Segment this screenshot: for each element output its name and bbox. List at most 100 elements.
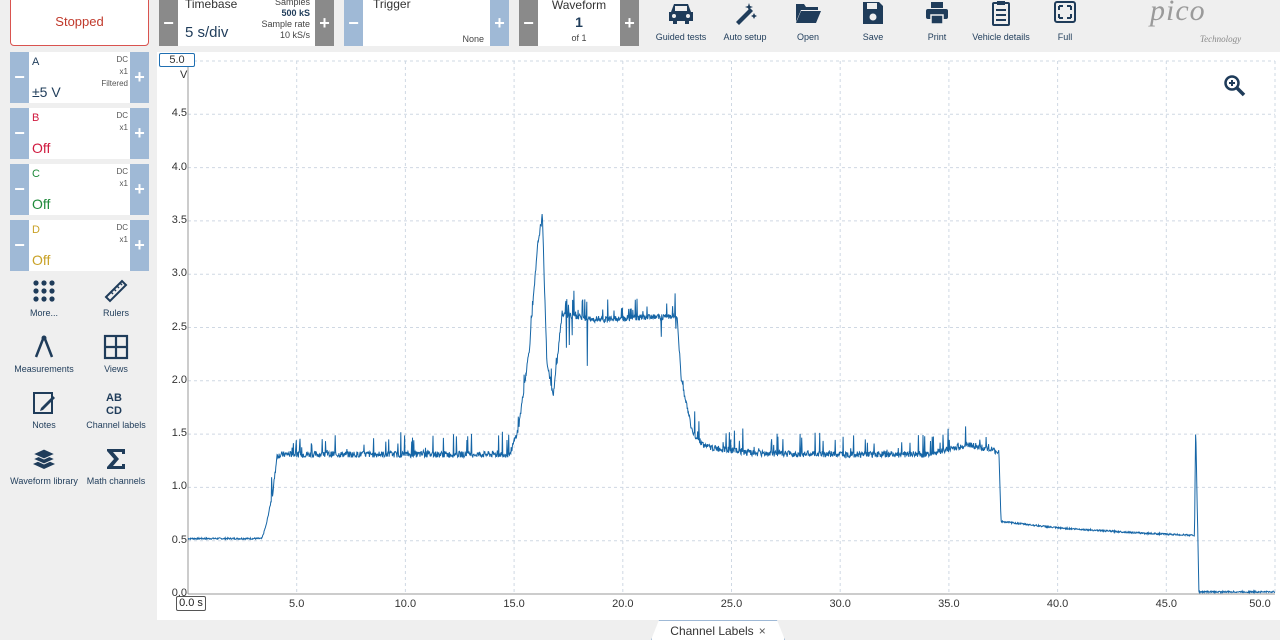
y-tick-label: 2.5 bbox=[171, 320, 187, 333]
trigger-label: Trigger bbox=[373, 0, 411, 11]
scope-view[interactable]: 4.5 4.0 3.5 3.0 2.5 2.0 1.5 1.0 0.5 0.0 5.0 10.0 15… bbox=[157, 52, 1280, 620]
waveform-body[interactable]: Waveform 1 of 1 bbox=[538, 0, 620, 46]
timebase-body[interactable]: Timebase 5 s/div Samples 500 kS Sample r… bbox=[178, 0, 315, 46]
clipboard-list-icon bbox=[992, 1, 1010, 26]
pico-logo: pico Technology bbox=[1150, 0, 1270, 46]
channel-labels-label: Channel labels bbox=[86, 420, 146, 430]
y-tick-label: 0.5 bbox=[171, 533, 187, 546]
sample-rate-label: Sample rate bbox=[261, 19, 310, 29]
views-label: Views bbox=[104, 364, 128, 374]
vehicle-details-button[interactable]: Vehicle details bbox=[966, 0, 1036, 46]
abcd-icon: ABCD bbox=[106, 392, 122, 416]
timebase-label: Timebase bbox=[185, 0, 238, 11]
y-axis-top-label[interactable]: 5.0 bbox=[159, 53, 195, 67]
samples-label: Samples bbox=[274, 0, 310, 7]
trigger-decrease-button[interactable]: − bbox=[344, 0, 363, 46]
waveform-label: Waveform bbox=[551, 0, 607, 12]
channel-b-name: B bbox=[32, 112, 40, 124]
y-tick-label: 1.0 bbox=[171, 480, 187, 493]
channel-labels-tab[interactable]: Channel Labels × bbox=[651, 620, 785, 640]
auto-setup-button[interactable]: Auto setup bbox=[710, 0, 780, 46]
trigger-body[interactable]: Trigger None bbox=[363, 0, 490, 46]
channel-labels-button[interactable]: AB CD Channel labels bbox=[80, 390, 152, 446]
channel-d-increase-button[interactable]: + bbox=[130, 220, 149, 271]
auto-setup-label: Auto setup bbox=[723, 32, 767, 42]
channel-c-body[interactable]: C DC x1 Off bbox=[29, 164, 130, 215]
waveform-plot[interactable] bbox=[157, 52, 1280, 620]
save-label: Save bbox=[862, 32, 884, 42]
channel-labels-tab-label: Channel Labels bbox=[670, 624, 754, 638]
y-tick-label: 2.0 bbox=[171, 373, 187, 386]
x-tick-label: 35.0 bbox=[938, 598, 960, 610]
channel-a-filter: Filtered bbox=[101, 79, 128, 88]
channel-d-probe: x1 bbox=[119, 235, 128, 244]
rulers-label: Rulers bbox=[102, 308, 129, 318]
channel-c-info: DC x1 bbox=[116, 166, 128, 190]
measurements-button[interactable]: Measurements bbox=[8, 334, 80, 390]
channel-b-body[interactable]: B DC x1 Off bbox=[29, 108, 130, 159]
top-toolbar: Stopped − Timebase 5 s/div Samples 500 k… bbox=[0, 0, 1280, 52]
run-stop-button[interactable]: Stopped bbox=[10, 0, 149, 46]
y-tick-label: 4.5 bbox=[171, 107, 187, 120]
print-button[interactable]: Print bbox=[902, 0, 972, 46]
svg-text:AB: AB bbox=[106, 392, 122, 404]
timebase-control: − Timebase 5 s/div Samples 500 kS Sample… bbox=[159, 0, 334, 46]
channel-d-info: DC x1 bbox=[116, 222, 128, 246]
trigger-increase-button[interactable]: + bbox=[490, 0, 509, 46]
views-button[interactable]: Views bbox=[80, 334, 152, 390]
open-button[interactable]: Open bbox=[773, 0, 843, 46]
y-tick-label: 3.0 bbox=[171, 267, 187, 280]
compass-icon bbox=[34, 335, 54, 358]
rulers-button[interactable]: Rulers bbox=[80, 278, 152, 334]
channel-b-range: Off bbox=[32, 140, 51, 156]
full-screen-button[interactable]: Full bbox=[1030, 0, 1100, 46]
print-label: Print bbox=[927, 32, 947, 42]
channel-b-probe: x1 bbox=[119, 123, 128, 132]
x-tick-label: 30.0 bbox=[829, 598, 851, 610]
math-channels-label: Math channels bbox=[86, 476, 146, 486]
channel-c-decrease-button[interactable]: − bbox=[10, 164, 29, 215]
waveform-library-button[interactable]: Waveform library bbox=[8, 446, 80, 502]
more-tools-button[interactable]: More... bbox=[8, 278, 80, 334]
x-tick-label: 20.0 bbox=[612, 598, 634, 610]
channel-b-increase-button[interactable]: + bbox=[130, 108, 149, 159]
printer-icon bbox=[926, 2, 948, 25]
y-tick-label: 4.0 bbox=[171, 160, 187, 173]
channel-a-name: A bbox=[32, 56, 40, 68]
channel-a-coupling: DC bbox=[116, 55, 128, 64]
channel-d-decrease-button[interactable]: − bbox=[10, 220, 29, 271]
grid-dots-icon bbox=[33, 280, 55, 302]
logo-sub: Technology bbox=[1200, 34, 1242, 44]
channel-c-name: C bbox=[32, 168, 40, 180]
full-label: Full bbox=[1057, 32, 1073, 42]
save-button[interactable]: Save bbox=[838, 0, 908, 46]
svg-text:CD: CD bbox=[106, 405, 122, 416]
channel-c-range: Off bbox=[32, 196, 51, 212]
channel-c-increase-button[interactable]: + bbox=[130, 164, 149, 215]
channel-d-body[interactable]: D DC x1 Off bbox=[29, 220, 130, 271]
channel-a-decrease-button[interactable]: − bbox=[10, 52, 29, 103]
math-channels-button[interactable]: Math channels bbox=[80, 446, 152, 502]
channel-a-body[interactable]: A DC x1 Filtered ±5 V bbox=[29, 52, 130, 103]
timebase-increase-button[interactable]: + bbox=[315, 0, 334, 46]
folder-open-icon bbox=[796, 4, 821, 23]
y-tick-label: 1.5 bbox=[171, 427, 187, 440]
waveform-count: of 1 bbox=[571, 33, 587, 43]
waveform-next-button[interactable]: + bbox=[620, 0, 639, 46]
library-icon bbox=[31, 448, 57, 469]
car-icon bbox=[669, 4, 693, 24]
channel-a-increase-button[interactable]: + bbox=[130, 52, 149, 103]
notes-button[interactable]: Notes bbox=[8, 390, 80, 446]
close-icon[interactable]: × bbox=[759, 624, 766, 638]
channel-b-decrease-button[interactable]: − bbox=[10, 108, 29, 159]
channel-d-coupling: DC bbox=[116, 223, 128, 232]
trigger-control: − Trigger None + bbox=[344, 0, 509, 46]
x-tick-label: 50.0 bbox=[1249, 598, 1271, 610]
guided-tests-button[interactable]: Guided tests bbox=[646, 0, 716, 46]
x-tick-label: 25.0 bbox=[720, 598, 743, 610]
timebase-decrease-button[interactable]: − bbox=[159, 0, 178, 46]
waveform-previous-button[interactable]: − bbox=[519, 0, 538, 46]
vehicle-details-label: Vehicle details bbox=[972, 32, 1030, 42]
timebase-samples: Samples 500 kS Sample rate 10 kS/s bbox=[261, 0, 310, 41]
x-axis-start-label[interactable]: 0.0 s bbox=[176, 596, 206, 611]
